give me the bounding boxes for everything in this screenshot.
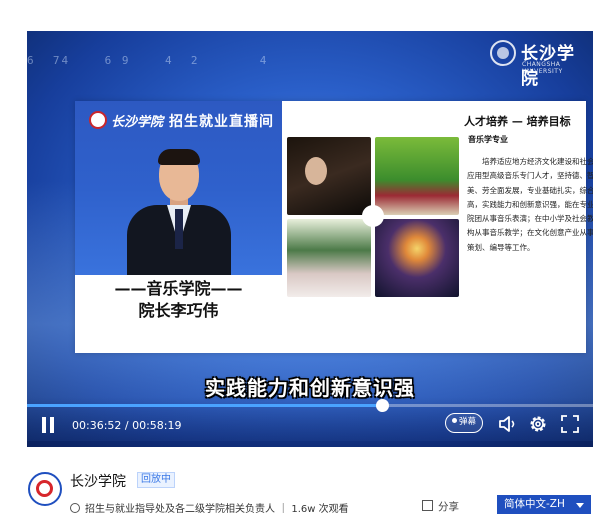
presentation-slide: 人才培养 — 培养目标 音乐学专业 培养适应地方经济文化建设和社会需要的 应用型… (282, 101, 593, 353)
share-icon (422, 500, 433, 511)
meta-text: 招生与就业指导处及各二级学院相关负责人 ｜ 1.6w 次观看 (85, 504, 349, 515)
channel-avatar[interactable] (28, 472, 62, 506)
danmaku-label: 弹幕 (458, 417, 476, 427)
channel-info-bar: 长沙学院 回放中 招生与就业指导处及各二级学院相关负责人 ｜ 1.6w 次观看 … (0, 447, 593, 515)
stream-meta: 招生与就业指导处及各二级学院相关负责人 ｜ 1.6w 次观看 (70, 500, 349, 515)
slide-body-line: 应用型高级音乐专门人才，坚持德、智、体、 (467, 171, 593, 181)
background-digits: 6 74 6 9 4 2 4 (27, 54, 269, 67)
video-player[interactable]: 6 74 6 9 4 2 4 长沙学院 CHANGSHA UNIVERSITY … (27, 31, 593, 447)
photo-concert (375, 219, 459, 297)
fullscreen-icon[interactable] (559, 413, 581, 435)
share-label: 分享 (438, 501, 459, 513)
banner-seal-icon (89, 111, 107, 129)
banner-school: 长沙学院 (111, 115, 164, 130)
slide-body-line: 构从事音乐教学；在文化创意产业从事创作、 (467, 228, 593, 238)
slide-title: 人才培养 — 培养目标 (464, 115, 571, 128)
player-controls: 00:36:52 / 00:58:19 弹幕 (27, 397, 593, 447)
person-icon (70, 503, 80, 513)
share-button[interactable]: 分享 (422, 499, 459, 514)
photo-pianist (287, 137, 371, 215)
progress-handle[interactable] (375, 399, 389, 412)
volume-icon[interactable] (497, 413, 519, 435)
university-seal-icon (490, 40, 516, 66)
progress-bar[interactable] (27, 399, 593, 412)
slide-body-line: 策划、编导等工作。 (467, 242, 535, 252)
danmaku-dot-icon (451, 418, 457, 423)
chevron-down-icon (576, 503, 584, 508)
slide-body: 培养适应地方经济文化建设和社会需要的 应用型高级音乐专门人才，坚持德、智、体、 … (467, 155, 593, 255)
replay-badge: 回放中 (137, 472, 175, 488)
banner-title: 招生就业直播间 (169, 114, 274, 130)
slide-body-line: 培养适应地方经济文化建设和社会需要的 (481, 157, 593, 166)
logo-english: CHANGSHA UNIVERSITY (522, 61, 563, 75)
progress-fill (27, 404, 382, 407)
time-display: 00:36:52 / 00:58:19 (72, 419, 182, 432)
presenter-caption: ——音乐学院—— 院长李巧伟 (75, 275, 282, 353)
channel-name[interactable]: 长沙学院 (70, 471, 126, 491)
slide-body-line: 美、劳全面发展，专业基础扎实，综合素养 (467, 185, 593, 195)
caption-department: ——音乐学院—— (114, 279, 243, 298)
presenter-camera: 长沙学院 招生就业直播间 ——音乐学院—— 院长李巧伟 (75, 101, 282, 353)
language-value: 简体中文-ZH (504, 498, 565, 510)
settings-icon[interactable] (527, 413, 549, 435)
photo-choir-outdoor (287, 219, 371, 297)
danmaku-toggle[interactable]: 弹幕 (445, 413, 483, 433)
video-frame: 长沙学院 招生就业直播间 ——音乐学院—— 院长李巧伟 人才培养 — 培养目标 … (75, 101, 593, 353)
slide-body-line: 院团从事音乐表演；在中小学及社会教育机 (467, 214, 593, 224)
live-banner: 长沙学院 招生就业直播间 (75, 101, 282, 141)
slide-subtitle: 音乐学专业 (468, 135, 508, 144)
pause-button[interactable] (41, 417, 55, 433)
photo-choir-stage (375, 137, 459, 215)
caption-name: 院长李巧伟 (138, 301, 219, 320)
slide-body-line: 高，实践能力和创新意识强，能在专业艺术 (467, 199, 593, 209)
photo-divider (362, 205, 384, 227)
language-select[interactable]: 简体中文-ZH (497, 495, 591, 514)
university-logo: 长沙学院 CHANGSHA UNIVERSITY (490, 38, 588, 89)
